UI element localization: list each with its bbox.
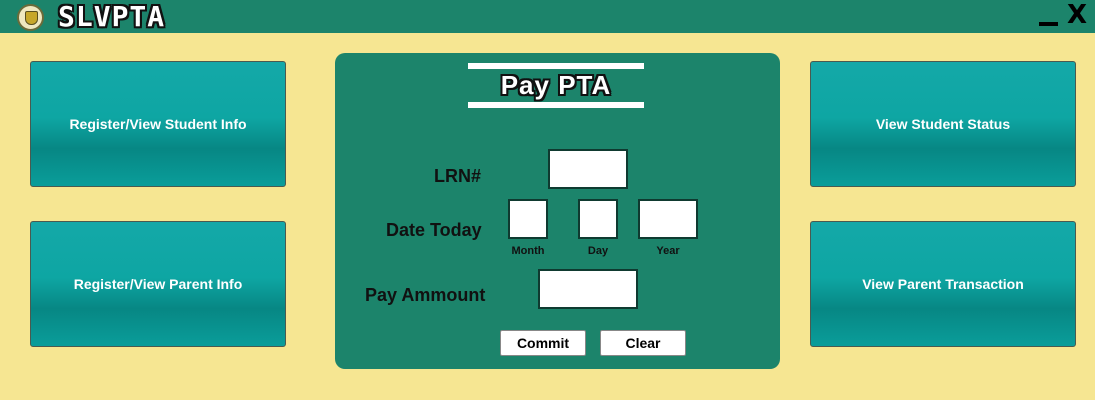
panel-title: Pay PTA xyxy=(500,70,612,100)
year-input[interactable] xyxy=(638,199,698,239)
day-label: Day xyxy=(587,245,609,257)
day-input[interactable] xyxy=(578,199,618,239)
title-bar: SLVPTA X xyxy=(0,0,1095,33)
app-title: SLVPTA xyxy=(58,0,166,33)
minimize-button[interactable] xyxy=(1039,2,1059,28)
lrn-label: LRN# xyxy=(434,166,482,186)
pay-amount-input[interactable] xyxy=(538,269,638,309)
date-today-label: Date Today xyxy=(386,220,482,240)
pay-pta-panel: Pay PTA LRN# Date Today Month Day Year P… xyxy=(335,53,780,369)
school-logo-icon xyxy=(17,4,44,31)
month-input[interactable] xyxy=(508,199,548,239)
month-label: Month xyxy=(511,245,545,257)
pay-amount-label: Pay Ammount xyxy=(365,285,486,305)
commit-button[interactable]: Commit xyxy=(500,330,586,356)
view-student-status-button[interactable]: View Student Status xyxy=(810,61,1076,187)
view-parent-transaction-button[interactable]: View Parent Transaction xyxy=(810,221,1076,347)
register-view-student-info-button[interactable]: Register/View Student Info xyxy=(30,61,286,187)
year-label: Year xyxy=(656,245,680,257)
close-button[interactable]: X xyxy=(1066,2,1088,28)
panel-title-banner: Pay PTA xyxy=(468,63,644,108)
clear-button[interactable]: Clear xyxy=(600,330,686,356)
lrn-input[interactable] xyxy=(548,149,628,189)
register-view-parent-info-button[interactable]: Register/View Parent Info xyxy=(30,221,286,347)
